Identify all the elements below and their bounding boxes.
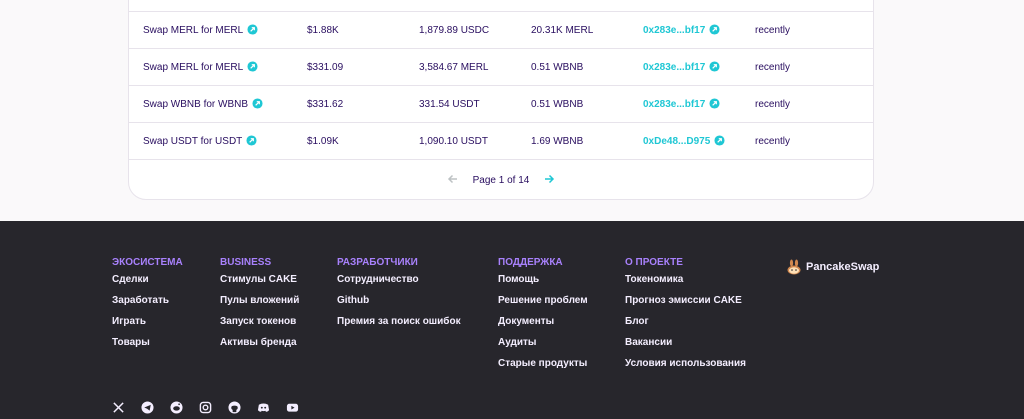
tx-value: $331.62 xyxy=(307,99,344,110)
footer-heading: ПОДДЕРЖКА xyxy=(498,257,563,268)
tx-action-link[interactable]: Swap USDT for USDT xyxy=(143,123,257,160)
footer-column-ecosystem: ЭКОСИСТЕМА Сделки Заработать Играть Това… xyxy=(112,256,183,357)
tx-account-link[interactable]: 0xDe48...D975 xyxy=(643,123,725,160)
footer-link[interactable]: Решение проблем xyxy=(498,294,588,315)
footer-link[interactable]: Сделки xyxy=(112,273,183,294)
footer-heading: BUSINESS xyxy=(220,257,272,268)
page-indicator: Page 1 of 14 xyxy=(472,175,530,186)
tx-token-amount-2: 0.51 WBNB xyxy=(531,99,584,110)
footer-link[interactable]: Премия за поиск ошибок xyxy=(337,315,461,336)
footer-heading: О ПРОЕКТЕ xyxy=(625,257,683,268)
table-row: Swap MERL for MERL $331.09 3,584.67 MERL… xyxy=(129,48,873,85)
footer-link[interactable]: Github xyxy=(337,294,461,315)
tx-action-label: Swap WBNB for WBNB xyxy=(143,99,249,110)
external-link-icon xyxy=(709,24,720,35)
pancakeswap-logo[interactable]: PancakeSwap xyxy=(786,258,879,276)
footer-link[interactable]: Помощь xyxy=(498,273,588,294)
social-links xyxy=(112,401,315,414)
x-icon[interactable] xyxy=(112,401,125,414)
footer-link[interactable]: Сотрудничество xyxy=(337,273,461,294)
content-area: Swap MERL for MERL $1.88K 1,879.89 USDC … xyxy=(0,0,1024,221)
table-row: Swap MERL for MERL $1.88K 1,879.89 USDC … xyxy=(129,11,873,48)
footer-link[interactable]: Играть xyxy=(112,315,183,336)
arrow-left-icon xyxy=(447,174,457,184)
tx-value: $1.88K xyxy=(307,25,339,36)
external-link-icon xyxy=(709,61,720,72)
pagination: Page 1 of 14 xyxy=(129,172,873,188)
table-row: Swap WBNB for WBNB $331.62 331.54 USDT 0… xyxy=(129,85,873,122)
footer-link[interactable]: Аудиты xyxy=(498,336,588,357)
external-link-icon xyxy=(709,98,720,109)
tx-action-link[interactable]: Swap MERL for MERL xyxy=(143,12,258,49)
table-row: Swap USDT for USDT $1.09K 1,090.10 USDT … xyxy=(129,122,873,159)
footer-column-developers: РАЗРАБОТЧИКИ Сотрудничество Github Преми… xyxy=(337,256,461,336)
reddit-icon[interactable] xyxy=(170,401,183,414)
tx-action-link[interactable]: Swap MERL for MERL xyxy=(143,49,258,86)
external-link-icon xyxy=(714,135,725,146)
tx-time: recently xyxy=(755,136,791,147)
footer-link[interactable]: Документы xyxy=(498,315,588,336)
next-page-button[interactable] xyxy=(532,172,566,189)
footer-link[interactable]: Пулы вложений xyxy=(220,294,299,315)
instagram-icon[interactable] xyxy=(199,401,212,414)
footer-link[interactable]: Старые продукты xyxy=(498,357,588,378)
footer-column-business: BUSINESS Стимулы CAKE Пулы вложений Запу… xyxy=(220,256,299,357)
tx-token-amount-2: 1.69 WBNB xyxy=(531,136,584,147)
bunny-icon xyxy=(787,259,801,275)
tx-time: recently xyxy=(755,62,791,73)
footer-column-about: О ПРОЕКТЕ Токеномика Прогноз эмиссии CAK… xyxy=(625,256,746,378)
footer-link[interactable]: Активы бренда xyxy=(220,336,299,357)
tx-account-link[interactable]: 0x283e...bf17 xyxy=(643,12,720,49)
tx-token-amount-1: 1,090.10 USDT xyxy=(419,136,488,147)
tx-value: $331.09 xyxy=(307,62,344,73)
discord-icon[interactable] xyxy=(257,401,270,414)
tx-token-amount-1: 1,879.89 USDC xyxy=(419,25,490,36)
tx-action-label: Swap MERL for MERL xyxy=(143,25,244,36)
youtube-icon[interactable] xyxy=(286,401,299,414)
prev-page-button[interactable] xyxy=(436,172,470,189)
external-link-icon xyxy=(247,24,258,35)
tx-action-label: Swap MERL for MERL xyxy=(143,62,244,73)
github-icon[interactable] xyxy=(228,401,241,414)
footer-link[interactable]: Вакансии xyxy=(625,336,746,357)
footer-link[interactable]: Прогноз эмиссии CAKE xyxy=(625,294,746,315)
footer-link[interactable]: Заработать xyxy=(112,294,183,315)
arrow-right-icon xyxy=(545,174,555,184)
footer-link[interactable]: Стимулы CAKE xyxy=(220,273,299,294)
tx-account-link[interactable]: 0x283e...bf17 xyxy=(643,49,720,86)
footer-heading: РАЗРАБОТЧИКИ xyxy=(337,257,418,268)
external-link-icon xyxy=(247,61,258,72)
footer: ЭКОСИСТЕМА Сделки Заработать Играть Това… xyxy=(0,221,1024,419)
tx-token-amount-1: 3,584.67 MERL xyxy=(419,62,489,73)
divider xyxy=(129,159,873,160)
tx-action-link[interactable]: Swap WBNB for WBNB xyxy=(143,86,263,123)
tx-account-link[interactable]: 0x283e...bf17 xyxy=(643,86,720,123)
tx-time: recently xyxy=(755,25,791,36)
footer-link[interactable]: Токеномика xyxy=(625,273,746,294)
tx-token-amount-2: 0.51 WBNB xyxy=(531,62,584,73)
footer-link[interactable]: Запуск токенов xyxy=(220,315,299,336)
footer-link[interactable]: Условия использования xyxy=(625,357,746,378)
tx-value: $1.09K xyxy=(307,136,339,147)
tx-account-label: 0x283e...bf17 xyxy=(643,25,706,36)
tx-time: recently xyxy=(755,99,791,110)
transactions-card: Swap MERL for MERL $1.88K 1,879.89 USDC … xyxy=(128,0,874,200)
tx-account-label: 0x283e...bf17 xyxy=(643,99,706,110)
footer-link[interactable]: Блог xyxy=(625,315,746,336)
tx-account-label: 0x283e...bf17 xyxy=(643,62,706,73)
telegram-icon[interactable] xyxy=(141,401,154,414)
external-link-icon xyxy=(252,98,263,109)
footer-heading: ЭКОСИСТЕМА xyxy=(112,257,183,268)
tx-token-amount-1: 331.54 USDT xyxy=(419,99,480,110)
tx-token-amount-2: 20.31K MERL xyxy=(531,25,594,36)
footer-column-support: ПОДДЕРЖКА Помощь Решение проблем Докумен… xyxy=(498,256,588,378)
footer-link[interactable]: Товары xyxy=(112,336,183,357)
logo-text: PancakeSwap xyxy=(806,261,880,273)
tx-account-label: 0xDe48...D975 xyxy=(643,136,711,147)
tx-action-label: Swap USDT for USDT xyxy=(143,136,243,147)
external-link-icon xyxy=(246,135,257,146)
